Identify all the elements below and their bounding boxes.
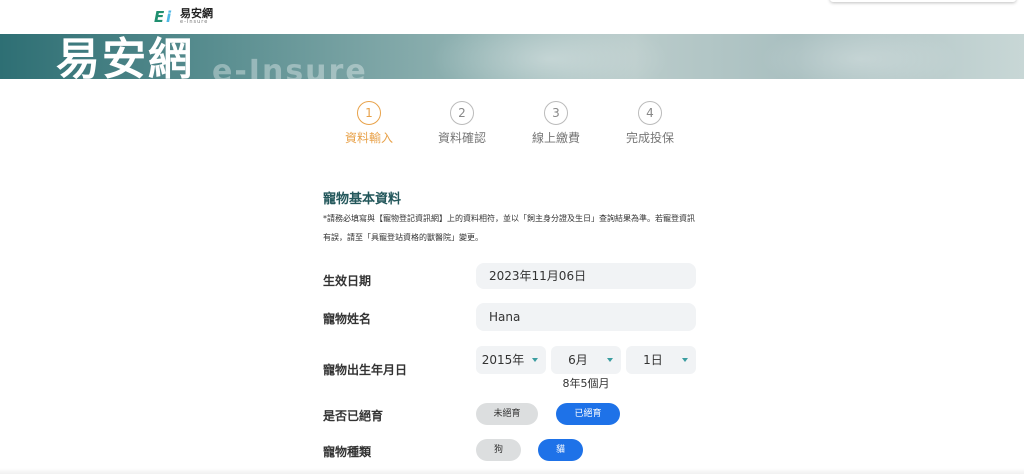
chevron-down-icon — [532, 358, 538, 362]
effective-date-field[interactable]: 2023年11月06日 — [476, 263, 696, 289]
birth-day-select[interactable]: 1日 — [626, 346, 696, 374]
notice-line-2: 有誤，請至「具寵登站資格的獸醫院」變更。 — [323, 233, 483, 242]
chevron-down-icon — [682, 358, 688, 362]
step-number: 2 — [450, 101, 474, 125]
step-number: 3 — [544, 101, 568, 125]
step-label: 完成投保 — [625, 131, 674, 145]
step-2: 2 資料確認 — [422, 100, 502, 146]
species-label: 寵物種類 — [323, 445, 372, 459]
hero-banner: 易安網 e-Insure — [0, 34, 1024, 79]
birth-year-value: 2015年 — [481, 353, 525, 367]
site-logo[interactable]: Ei 易安網 e-Insure — [154, 8, 213, 25]
birth-day-value: 1日 — [643, 353, 663, 367]
banner-subtitle: e-Insure — [212, 54, 368, 79]
notice-text: *請務必填寫與【寵物登記資訊網】上的資料相符，並以「飼主身分證及生日」查詢結果為… — [323, 209, 703, 247]
neutered-button[interactable]: 已絕育 — [556, 403, 620, 425]
step-1: 1 資料輸入 — [329, 100, 409, 146]
step-number: 4 — [638, 101, 662, 125]
logo-name: 易安網 — [180, 7, 213, 20]
bottom-shadow — [0, 468, 1024, 474]
pet-name-label: 寵物姓名 — [323, 312, 372, 326]
top-header: Ei 易安網 e-Insure — [0, 0, 1024, 34]
banner-title: 易安網 — [56, 34, 194, 79]
species-dog-button[interactable]: 狗 — [476, 439, 521, 461]
step-number: 1 — [357, 101, 381, 125]
birth-date-label: 寵物出生年月日 — [323, 363, 408, 377]
step-label: 線上繳費 — [531, 131, 580, 145]
step-label: 資料輸入 — [344, 131, 393, 145]
section-title: 寵物基本資料 — [323, 192, 402, 207]
birth-year-select[interactable]: 2015年 — [476, 346, 546, 374]
chevron-down-icon — [607, 358, 613, 362]
neutered-label: 是否已絕育 — [323, 409, 384, 423]
banner-image-highlight — [430, 34, 670, 79]
not-neutered-button[interactable]: 未絕育 — [476, 403, 538, 425]
progress-steps: 1 資料輸入 2 資料確認 3 線上繳費 4 完成投保 — [320, 100, 710, 150]
step-3: 3 線上繳費 — [516, 100, 596, 146]
step-label: 資料確認 — [437, 131, 486, 145]
pet-name-input[interactable]: Hana — [476, 303, 696, 331]
birth-month-select[interactable]: 6月 — [551, 346, 621, 374]
logo-subtitle: e-Insure — [180, 19, 209, 25]
banner-image-highlight-2 — [760, 34, 960, 79]
birth-month-value: 6月 — [568, 353, 588, 367]
notice-line-1: *請務必填寫與【寵物登記資訊網】上的資料相符，並以「飼主身分證及生日」查詢結果為… — [323, 214, 695, 223]
effective-date-label: 生效日期 — [323, 274, 372, 288]
species-cat-button[interactable]: 貓 — [538, 439, 583, 461]
logo-icon: Ei — [154, 7, 172, 26]
step-4: 4 完成投保 — [610, 100, 690, 146]
pet-age-text: 8年5個月 — [562, 377, 610, 390]
header-menu-panel — [830, 0, 1016, 2]
